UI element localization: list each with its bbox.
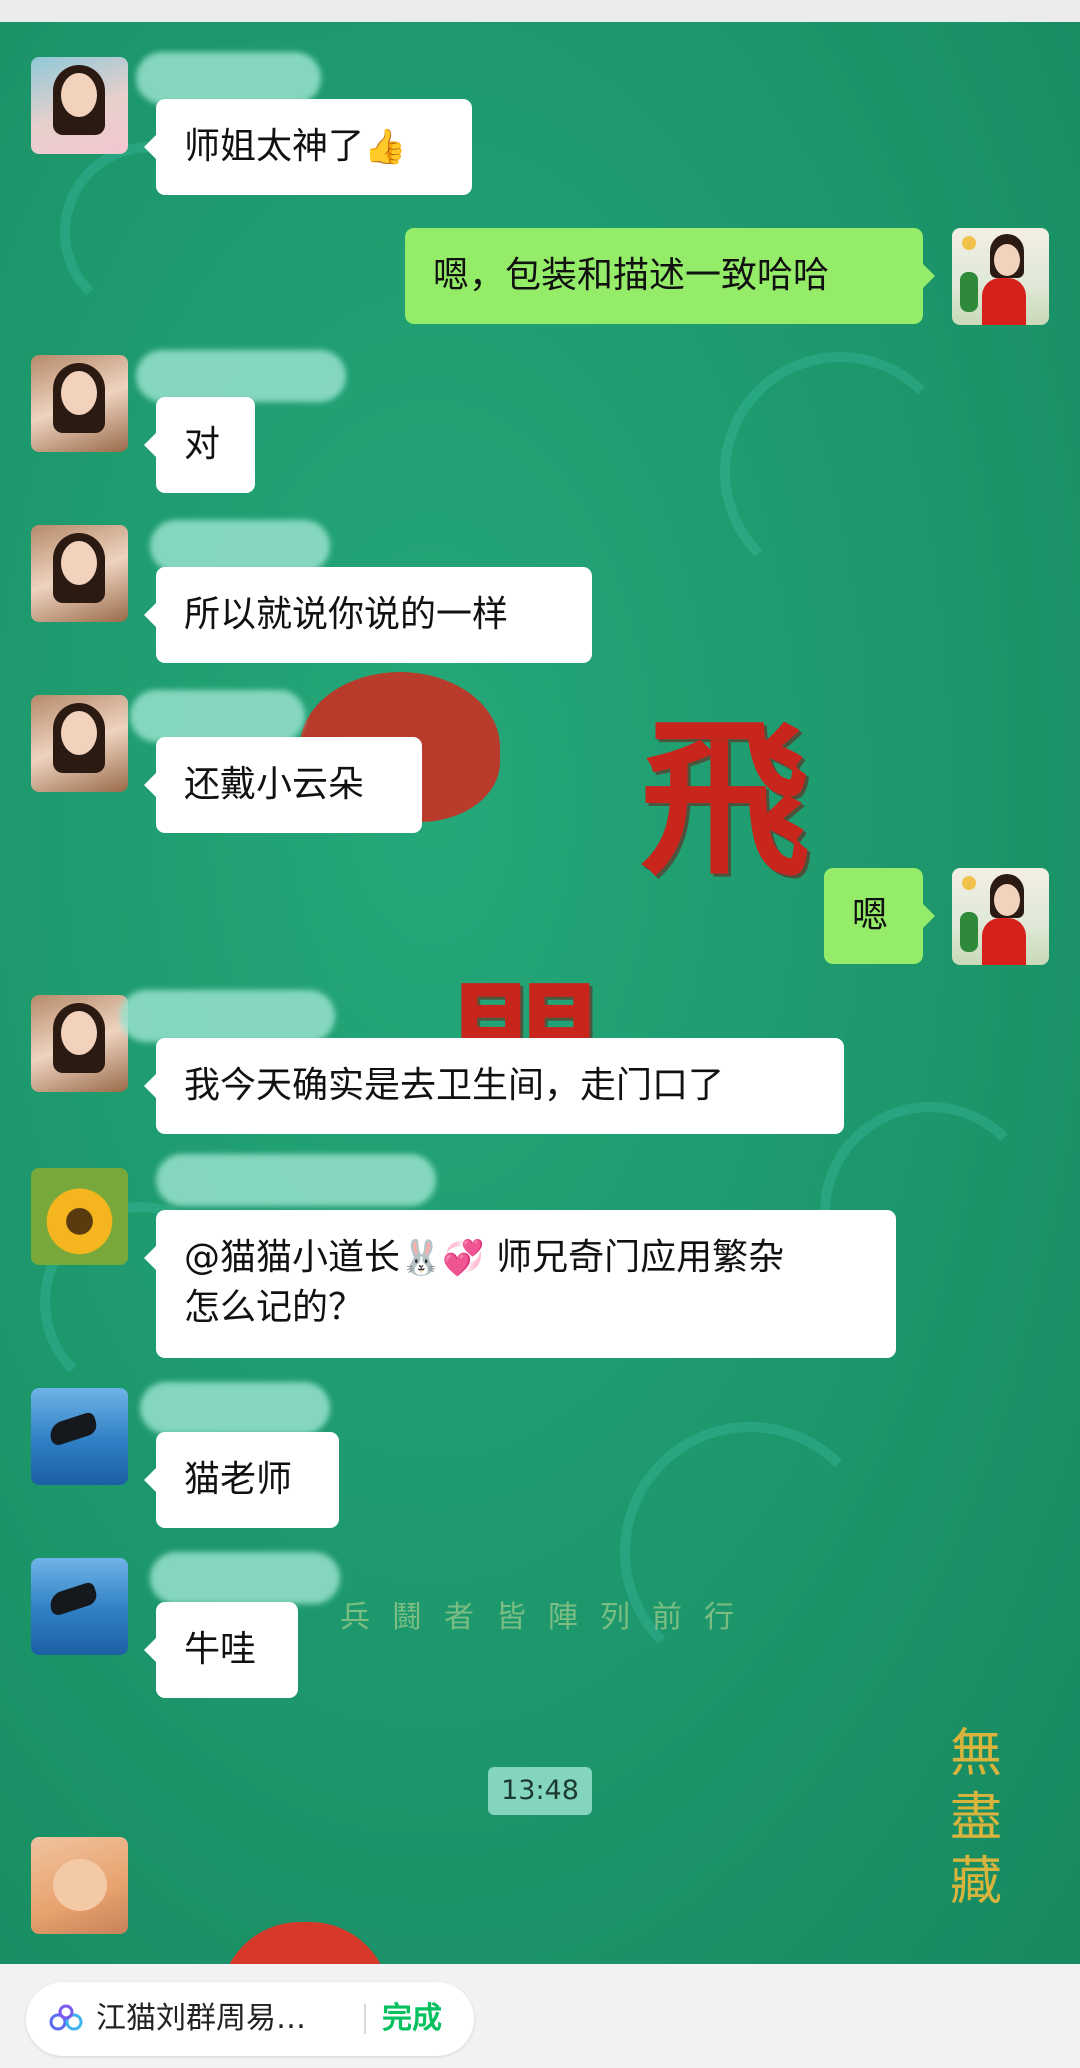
avatar-orca[interactable] bbox=[31, 1558, 128, 1655]
message-bubble[interactable]: 师姐太神了👍 bbox=[144, 99, 472, 195]
avatar-woman-long-hair[interactable] bbox=[31, 695, 128, 792]
message-bubble[interactable]: 牛哇 bbox=[144, 1602, 298, 1698]
avatar-red-robe[interactable] bbox=[952, 228, 1049, 325]
sender-name-blurred bbox=[136, 350, 346, 402]
message-bubble[interactable]: 我今天确实是去卫生间，走门口了 bbox=[144, 1038, 844, 1134]
mention-text[interactable]: @猫猫小道长 bbox=[184, 1237, 400, 1278]
hearts-icon: 💞 bbox=[442, 1238, 485, 1278]
sender-name-blurred bbox=[150, 1552, 340, 1604]
message-bubble[interactable]: @猫猫小道长🐰💞 师兄奇门应用繁杂 怎么记的？ bbox=[144, 1210, 896, 1358]
message-text: 猫老师 bbox=[184, 1459, 293, 1500]
status-strip bbox=[0, 0, 1080, 22]
sender-name-blurred bbox=[150, 520, 330, 572]
background-swirl bbox=[720, 352, 960, 592]
sender-name-blurred bbox=[140, 1382, 330, 1434]
message-bubble[interactable]: 猫老师 bbox=[144, 1432, 339, 1528]
message-text: 还戴小云朵 bbox=[184, 764, 365, 805]
mini-program-title[interactable]: 江猫刘群周易… bbox=[96, 1982, 306, 2056]
rabbit-icon: 🐰 bbox=[400, 1238, 443, 1278]
message-bubble-self[interactable]: 嗯 bbox=[824, 868, 935, 964]
avatar-orca[interactable] bbox=[31, 1388, 128, 1485]
mini-program-bar: 江猫刘群周易… 完成 bbox=[0, 1964, 1080, 2068]
sender-name-blurred bbox=[120, 990, 335, 1042]
message-text: 对 bbox=[184, 424, 221, 465]
mini-program-pill[interactable]: 江猫刘群周易… 完成 bbox=[26, 1982, 474, 2056]
avatar-sunflower[interactable] bbox=[31, 1168, 128, 1265]
background-swirl bbox=[620, 1422, 880, 1682]
background-mascot-head bbox=[220, 1922, 390, 1964]
background-motto: 兵鬪者皆陣列前行 bbox=[340, 1600, 756, 1635]
message-text: 所以就说你说的一样 bbox=[184, 594, 509, 635]
message-bubble-self[interactable]: 嗯，包装和描述一致哈哈 bbox=[405, 228, 935, 324]
mini-program-icon bbox=[49, 2004, 83, 2031]
done-button[interactable]: 完成 bbox=[382, 1982, 442, 2056]
sender-name-blurred bbox=[136, 52, 321, 104]
avatar-woman-glasses[interactable] bbox=[31, 57, 128, 154]
avatar-cat[interactable] bbox=[31, 1837, 128, 1934]
message-bubble[interactable]: 对 bbox=[144, 397, 255, 493]
thumbs-up-icon: 👍 bbox=[364, 127, 407, 167]
message-text: 牛哇 bbox=[184, 1629, 257, 1670]
message-timestamp: 13:48 bbox=[488, 1767, 592, 1815]
avatar-woman-long-hair[interactable] bbox=[31, 995, 128, 1092]
message-text: 嗯 bbox=[852, 895, 889, 936]
sender-name-blurred bbox=[156, 1154, 436, 1206]
sender-name-blurred bbox=[130, 690, 305, 742]
message-text: 师兄奇门应用繁杂 bbox=[484, 1237, 785, 1278]
background-vertical-text: 無 盡 藏 bbox=[949, 1724, 1002, 1912]
avatar-red-robe[interactable] bbox=[952, 868, 1049, 965]
background-glyph-fei: 飛 bbox=[640, 700, 811, 900]
chat-area[interactable]: 飛 閃 兵鬪者皆陣列前行 無 盡 藏 师姐太神了👍 嗯，包装和描述一致哈哈 对 … bbox=[0, 22, 1080, 1964]
avatar-woman-long-hair[interactable] bbox=[31, 525, 128, 622]
message-text-line2: 怎么记的？ bbox=[184, 1287, 365, 1328]
pill-divider bbox=[364, 2004, 366, 2034]
message-bubble[interactable]: 所以就说你说的一样 bbox=[144, 567, 592, 663]
message-text: 我今天确实是去卫生间，走门口了 bbox=[184, 1065, 725, 1106]
message-text: 嗯，包装和描述一致哈哈 bbox=[433, 255, 830, 296]
message-text: 师姐太神了 bbox=[184, 126, 365, 167]
message-bubble[interactable]: 还戴小云朵 bbox=[144, 737, 422, 833]
avatar-woman-long-hair[interactable] bbox=[31, 355, 128, 452]
